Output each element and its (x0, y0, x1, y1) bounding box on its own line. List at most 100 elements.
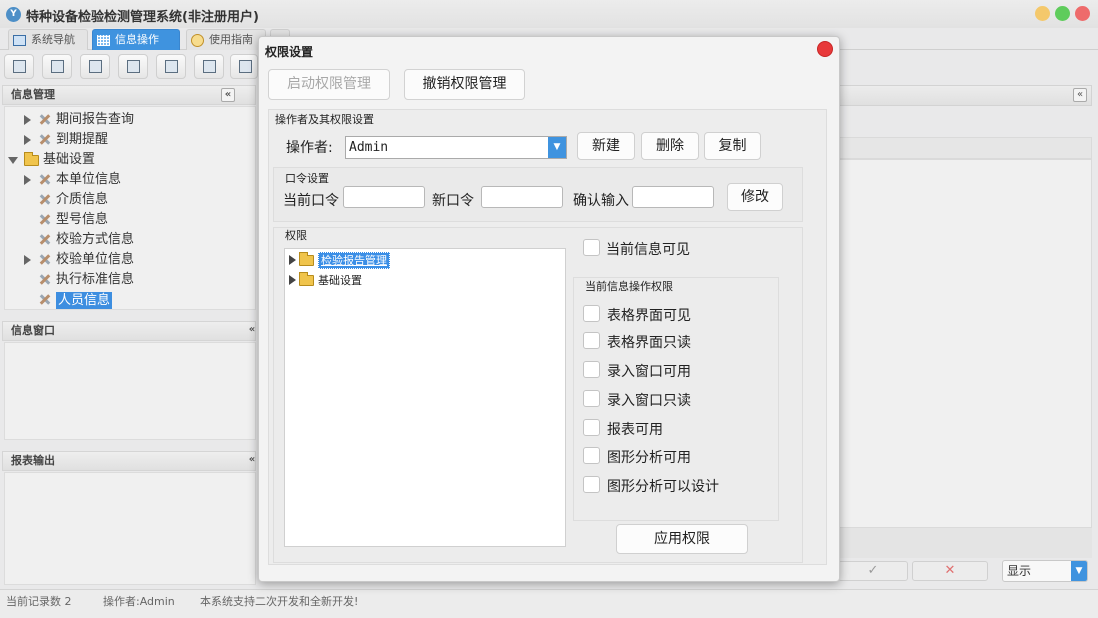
dialog-close-icon[interactable] (817, 41, 833, 57)
delete-operator-button[interactable]: 删除 (641, 132, 699, 160)
operator-combo[interactable]: Admin ▼ (345, 136, 567, 159)
folder-icon (299, 251, 314, 266)
tool-icon (37, 133, 51, 147)
expand-arrow-icon[interactable] (24, 255, 31, 265)
new-operator-button[interactable]: 新建 (577, 132, 635, 160)
minimize-button[interactable] (1035, 6, 1050, 21)
tree-item[interactable]: 本单位信息 (24, 170, 121, 190)
tree-item[interactable]: 基础设置 (8, 150, 95, 170)
tree-item[interactable]: 校验单位信息 (24, 250, 134, 270)
expand-arrow-icon[interactable] (289, 255, 296, 265)
collapse-arrow-icon[interactable] (8, 156, 18, 164)
info-window-header: 信息窗口 « (2, 321, 256, 341)
permission-checkbox[interactable] (583, 447, 600, 464)
collapse-info-window-button[interactable]: « (247, 324, 257, 338)
grid-icon (97, 34, 110, 46)
tree-item[interactable]: 校验方式信息 (37, 230, 134, 250)
tool-icon (37, 113, 51, 127)
permission-checkbox[interactable] (583, 390, 600, 407)
window-button[interactable] (156, 54, 186, 79)
folder-icon (24, 151, 39, 166)
status-bar: 当前记录数 2 操作者:Admin 本系统支持二次开发和全新开发! (0, 589, 1098, 618)
help-icon (191, 33, 204, 47)
tab-info-ops[interactable]: 信息操作 (92, 29, 180, 50)
tool-icon (37, 233, 51, 247)
expand-arrow-icon[interactable] (24, 175, 31, 185)
new-password-input[interactable] (481, 186, 563, 208)
tree-item[interactable]: 执行标准信息 (37, 270, 134, 290)
report-output-header: 报表输出 « (2, 451, 256, 471)
close-button[interactable] (1075, 6, 1090, 21)
right-grid-body (838, 159, 1092, 528)
cancel-button[interactable]: ✕ (912, 561, 988, 581)
export-button[interactable] (194, 54, 224, 79)
tab-label: 系统导航 (31, 33, 75, 46)
tab-label: 信息操作 (115, 33, 159, 46)
dialog-title: 权限设置 (265, 45, 314, 59)
right-grid-header (838, 137, 1092, 159)
revoke-permission-button[interactable]: 撤销权限管理 (404, 69, 525, 100)
permission-checkbox[interactable] (583, 419, 600, 436)
export-icon (203, 60, 216, 73)
operator-label: 操作者: (286, 140, 333, 156)
tree-item[interactable]: 期间报告查询 (24, 110, 134, 130)
expand-arrow-icon[interactable] (289, 275, 296, 285)
tab-system-nav[interactable]: 系统导航 (8, 29, 88, 50)
permission-checkbox[interactable] (583, 332, 600, 349)
tree-item-label: 执行标准信息 (56, 272, 135, 287)
tree-item[interactable]: 人员信息 (37, 290, 113, 310)
right-footer (838, 528, 1092, 558)
expand-arrow-icon[interactable] (24, 135, 31, 145)
tree-item-label: 校验方式信息 (56, 232, 135, 247)
collapse-left-button[interactable]: « (221, 88, 235, 102)
permission-checkbox[interactable] (583, 361, 600, 378)
permission-checkbox-label: 报表可用 (607, 422, 663, 438)
collapse-right-button[interactable]: « (1073, 88, 1087, 102)
permission-checkbox[interactable] (583, 305, 600, 322)
tab-user-guide[interactable]: 使用指南 (186, 29, 266, 50)
main-toolbar (0, 51, 258, 81)
permission-checkbox[interactable] (583, 476, 600, 493)
operator-group-title: 操作者及其权限设置 (275, 113, 374, 126)
collapse-report-button[interactable]: « (247, 454, 257, 468)
folder-icon (299, 271, 314, 286)
right-panel-header: « (838, 85, 1092, 106)
copy-operator-button[interactable]: 复制 (704, 132, 761, 160)
expand-arrow-icon[interactable] (24, 115, 31, 125)
section-title: 报表输出 (11, 454, 55, 467)
tool-icon (37, 253, 51, 267)
apply-permission-button[interactable]: 应用权限 (616, 524, 748, 554)
start-permission-button[interactable]: 启动权限管理 (268, 69, 390, 100)
tree-item-label: 期间报告查询 (56, 112, 135, 127)
modify-password-button[interactable]: 修改 (727, 183, 783, 211)
tree-item[interactable]: 型号信息 (37, 210, 108, 230)
title-bar: Y 特种设备检验检测管理系统(非注册用户) (0, 0, 1098, 28)
chevron-down-icon[interactable]: ▼ (1071, 561, 1087, 581)
tree-item-label: 本单位信息 (56, 172, 122, 187)
chevron-down-icon[interactable]: ▼ (548, 137, 566, 158)
confirm-button[interactable]: ✓ (838, 561, 908, 581)
current-password-label: 当前口令 (283, 193, 339, 209)
tree-item[interactable]: 介质信息 (37, 190, 108, 210)
tool-icon (239, 60, 252, 73)
confirm-password-input[interactable] (632, 186, 714, 208)
permission-dialog: 权限设置 启动权限管理 撤销权限管理 操作者及其权限设置 操作者: Admin … (258, 36, 840, 582)
user-card-icon (127, 60, 140, 73)
maximize-button[interactable] (1055, 6, 1070, 21)
search-button[interactable] (4, 54, 34, 79)
permission-tree[interactable]: 检验报告管理 基础设置 (284, 248, 566, 547)
visible-checkbox[interactable] (583, 239, 600, 256)
tree-item-basic-settings[interactable]: 基础设置 (289, 271, 362, 289)
display-select[interactable]: 显示 ▼ (1002, 560, 1088, 582)
tool-icon (37, 213, 51, 227)
user-card-button[interactable] (118, 54, 148, 79)
permission-checkbox-label: 录入窗口可用 (607, 364, 691, 380)
operator-value: Admin (349, 140, 389, 155)
list-view-button[interactable] (42, 54, 72, 79)
more-tool-button[interactable] (230, 54, 258, 79)
document-button[interactable] (80, 54, 110, 79)
current-password-input[interactable] (343, 186, 425, 208)
tree-item-inspection-report[interactable]: 检验报告管理 (289, 251, 390, 269)
tree-item[interactable]: 到期提醒 (24, 130, 108, 150)
info-window-body (4, 342, 256, 440)
